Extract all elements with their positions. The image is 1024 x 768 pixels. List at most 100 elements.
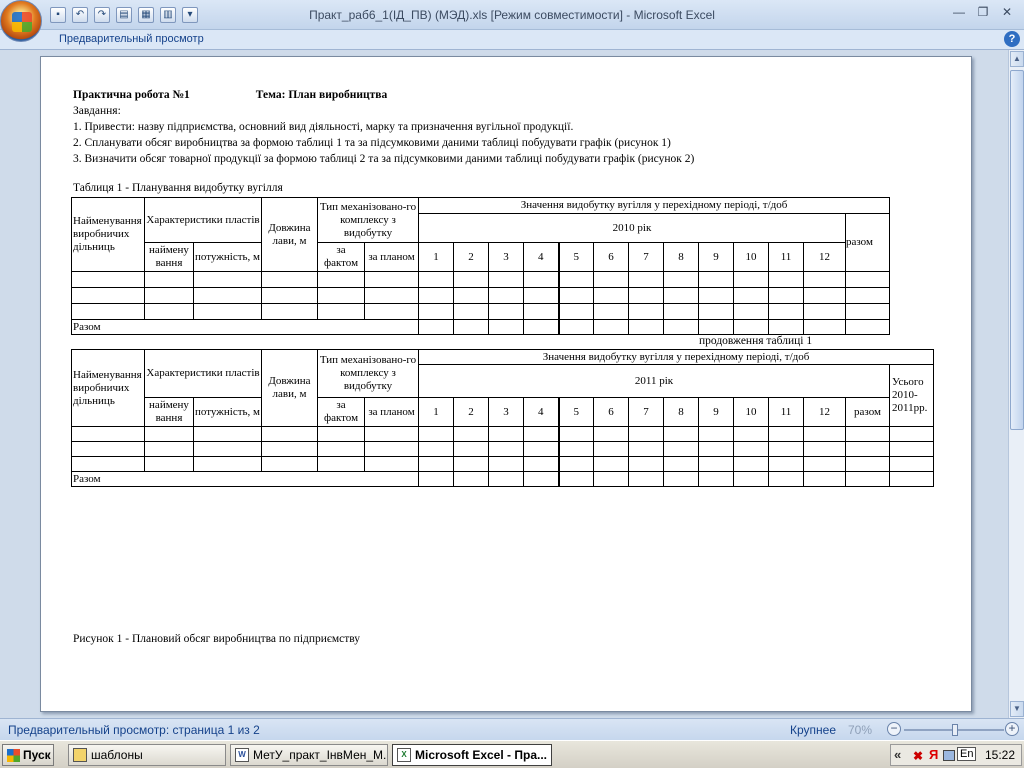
month-header: 1 <box>418 397 454 427</box>
tray-expand-icon[interactable]: « <box>894 747 901 762</box>
table-row <box>71 303 891 320</box>
total-label: Разом <box>71 471 419 487</box>
taskbar-item-label: Microsoft Excel - Пра... <box>415 748 547 762</box>
header-char-name: наймену вання <box>144 242 194 272</box>
vertical-scrollbar[interactable]: ▲ ▼ <box>1008 50 1024 718</box>
table-row <box>71 271 891 288</box>
taskbar-item-label: МетУ_практ_ІнвМен_М... <box>253 748 388 762</box>
header-length: Довжина лави, м <box>261 349 318 427</box>
month-header: 10 <box>733 242 769 272</box>
month-header: 1 <box>418 242 454 272</box>
task-1: 1. Привести: назву підприємства, основни… <box>73 121 574 133</box>
header-values: Значення видобутку вугілля у перехідному… <box>417 197 891 214</box>
close-icon[interactable]: ✕ <box>996 4 1018 22</box>
zoom-in-label[interactable]: Крупнее <box>790 723 836 737</box>
month-header: 8 <box>663 397 699 427</box>
month-header: 2 <box>453 242 489 272</box>
figure-caption: Рисунок 1 - Плановий обсяг виробництва п… <box>73 633 361 645</box>
table-row <box>71 287 891 304</box>
month-header: 5 <box>557 397 594 427</box>
month-header: 3 <box>488 397 524 427</box>
month-header: 11 <box>768 397 804 427</box>
minimize-icon[interactable]: — <box>948 4 970 22</box>
system-tray: « ✖ Я En 15:22 <box>890 744 1022 766</box>
month-header: 7 <box>628 397 664 427</box>
folder-icon <box>73 748 87 762</box>
preview-page: Практична робота №1 Тема: План виробництв… <box>40 56 972 712</box>
month-header: 9 <box>698 397 734 427</box>
header-char-name: наймену вання <box>144 397 194 427</box>
header-grand-total: Усього 2010-2011рр. <box>888 364 935 427</box>
office-button[interactable] <box>0 0 42 42</box>
scroll-up-icon[interactable]: ▲ <box>1010 51 1024 67</box>
zoom-slider-thumb[interactable] <box>952 724 958 736</box>
task-label: Завдання: <box>73 105 121 117</box>
month-header: 10 <box>733 397 769 427</box>
ribbon-tab-print-preview[interactable]: Предварительный просмотр <box>59 33 204 45</box>
window-title: Практ_раб6_1(ІД_ПВ) (МЭД).xls [Режим сов… <box>309 8 715 22</box>
total-row: Разом <box>71 319 891 335</box>
restore-icon[interactable]: ❐ <box>972 4 994 22</box>
excel-icon: X <box>397 748 411 762</box>
language-indicator[interactable]: En <box>957 747 977 761</box>
table1-caption: Таблиця 1 - Планування видобутку вугілля <box>73 182 283 194</box>
table-row <box>71 426 935 442</box>
zoom-out-icon[interactable]: − <box>887 722 901 736</box>
clock: 15:22 <box>984 748 1015 762</box>
status-bar: Предварительный просмотр: страница 1 из … <box>0 718 1024 740</box>
start-button[interactable]: Пуск <box>2 744 54 766</box>
status-text: Предварительный просмотр: страница 1 из … <box>8 723 260 737</box>
month-header: 4 <box>523 397 559 427</box>
taskbar-item-label: шаблоны <box>91 748 143 762</box>
header-char-power: потужність, м <box>193 397 262 427</box>
help-icon[interactable]: ? <box>1004 31 1020 47</box>
month-header: 5 <box>557 242 594 272</box>
total-label: Разом <box>71 319 419 335</box>
header-plan: за планом <box>364 397 419 427</box>
month-header: 8 <box>663 242 699 272</box>
yandex-icon[interactable]: Я <box>929 747 938 762</box>
table-1: Найменування виробничих дільниць Характе… <box>71 197 891 335</box>
taskbar-item-excel[interactable]: X Microsoft Excel - Пра... <box>392 744 552 766</box>
heading: Практична робота №1 Тема: План виробництв… <box>73 87 694 103</box>
taskbar: Пуск шаблоны W МетУ_практ_ІнвМен_М... X Mi… <box>0 740 1024 768</box>
preview-workspace: Практична робота №1 Тема: План виробництв… <box>0 50 1008 718</box>
header-fact: за фактом <box>317 242 365 272</box>
header-values: Значення видобутку вугілля у перехідному… <box>417 349 935 365</box>
network-alert-icon[interactable]: ✖ <box>913 749 927 763</box>
scroll-thumb[interactable] <box>1010 70 1024 430</box>
zoom-in-icon[interactable]: + <box>1005 722 1019 736</box>
taskbar-item-word[interactable]: W МетУ_практ_ІнвМен_М... <box>230 744 388 766</box>
month-header: 6 <box>593 397 629 427</box>
total-row: Разом <box>71 471 935 487</box>
task-3: 3. Визначити обсяг товарної продукції за… <box>73 153 695 165</box>
header-char-power: потужність, м <box>193 242 262 272</box>
table-2: Найменування виробничих дільниць Характе… <box>71 349 935 487</box>
document-text: Практична робота №1 Тема: План виробництв… <box>73 87 694 167</box>
header-complex-type: Тип механізовано-го комплексу з видобутк… <box>317 197 419 243</box>
header-fact: за фактом <box>317 397 365 427</box>
start-label: Пуск <box>23 748 51 762</box>
header-length: Довжина лави, м <box>261 197 318 272</box>
taskbar-item-folder[interactable]: шаблоны <box>68 744 226 766</box>
table-row <box>71 456 935 472</box>
heading-right: Тема: План виробництва <box>255 89 388 101</box>
month-header: 4 <box>523 242 559 272</box>
title-bar: ▪ ↶ ↷ ▤ ▦ ▥ ▾ Практ_раб6_1(ІД_ПВ) (МЭД).… <box>0 0 1024 42</box>
header-site: Найменування виробничих дільниць <box>71 197 145 272</box>
month-header: 12 <box>803 397 846 427</box>
window-controls: — ❐ ✕ <box>948 4 1018 22</box>
header-total: разом <box>844 213 891 272</box>
month-header: 7 <box>628 242 664 272</box>
month-header: 3 <box>488 242 524 272</box>
zoom-level: 70% <box>848 723 873 737</box>
display-icon[interactable] <box>943 750 955 761</box>
task-2: 2. Спланувати обсяг виробництва за формо… <box>73 137 671 149</box>
header-characteristics: Характеристики пластів <box>144 349 262 398</box>
month-header: 6 <box>593 242 629 272</box>
heading-left: Практична робота №1 <box>73 89 190 101</box>
table2-caption: продовження таблиці 1 <box>699 335 813 347</box>
header-year: 2010 рік <box>418 213 846 243</box>
scroll-down-icon[interactable]: ▼ <box>1010 701 1024 717</box>
header-site: Найменування виробничих дільниць <box>71 349 145 427</box>
